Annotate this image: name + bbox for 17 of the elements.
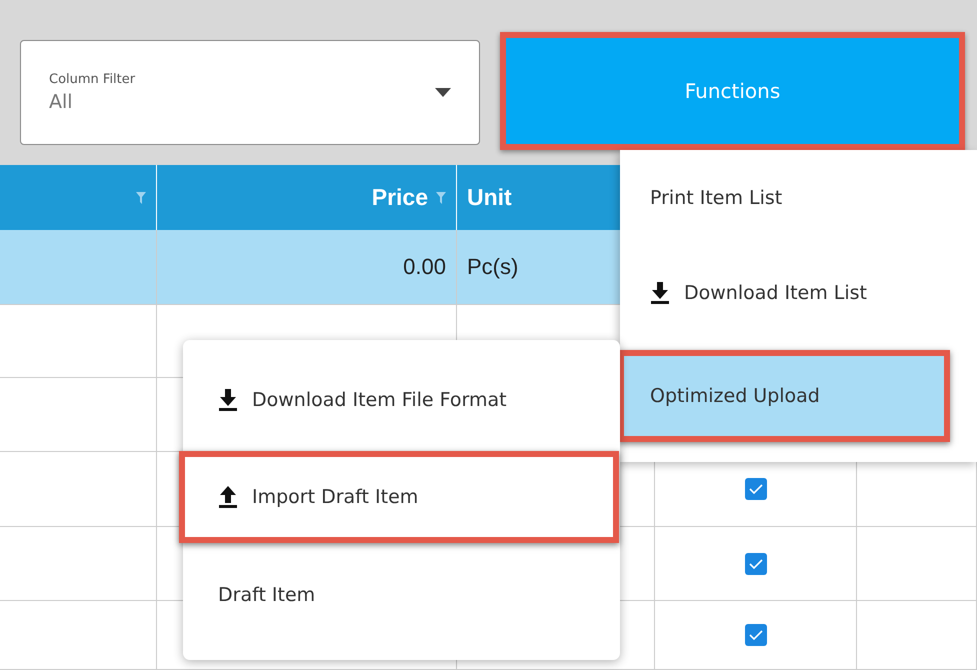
field-value: All	[49, 91, 74, 113]
menu-item[interactable]: Download Item File Format	[183, 348, 620, 451]
checkbox[interactable]	[744, 552, 766, 574]
checkbox[interactable]	[744, 478, 766, 500]
download-icon	[218, 388, 238, 410]
upload-icon	[218, 486, 238, 508]
caret-icon	[435, 88, 451, 97]
menu-item[interactable]: Draft Item	[183, 543, 620, 646]
column-filter-dropdown[interactable]: Column Filter All	[20, 40, 480, 145]
download-icon	[650, 282, 670, 304]
field-label: Column Filter	[49, 72, 136, 87]
table-cell: 0.00	[157, 230, 457, 305]
checkbox[interactable]	[744, 624, 766, 646]
menu-item[interactable]: Import Draft Item	[179, 451, 619, 543]
filter-icon[interactable]	[436, 192, 446, 204]
filter-icon[interactable]	[136, 192, 146, 204]
menu-item[interactable]: Optimized Upload	[618, 350, 950, 442]
